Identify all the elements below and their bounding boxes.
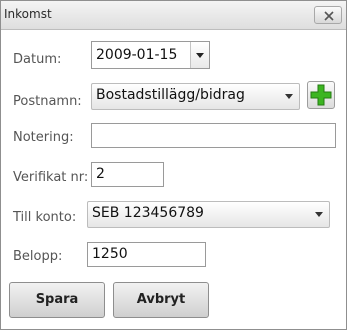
close-button[interactable] [314, 6, 342, 24]
tillkonto-label: Till konto: [13, 210, 77, 225]
window-title: Inkomst [4, 7, 52, 21]
datum-picker[interactable]: 2009-01-15 [91, 41, 210, 69]
close-icon [324, 11, 334, 21]
save-button[interactable]: Spara [9, 282, 105, 318]
postnamn-label: Postnamn: [13, 94, 82, 109]
notering-label: Notering: [13, 130, 74, 145]
add-postnamn-button[interactable] [307, 81, 335, 109]
inkomst-dialog: Inkomst Datum: 2009-01-15 Postnamn: Bost… [0, 0, 347, 330]
tillkonto-select[interactable]: SEB 123456789 [87, 201, 330, 228]
notering-field[interactable] [91, 123, 336, 148]
chevron-down-icon [315, 212, 323, 217]
verifikat-field[interactable]: 2 [91, 162, 164, 187]
datum-label: Datum: [13, 52, 62, 67]
datum-value: 2009-01-15 [96, 47, 178, 63]
cancel-button[interactable]: Avbryt [113, 282, 209, 318]
chevron-down-icon [285, 94, 293, 99]
postnamn-value: Bostadstillägg/bidrag [96, 87, 245, 103]
title-bar: Inkomst [1, 1, 346, 30]
postnamn-select[interactable]: Bostadstillägg/bidrag [91, 83, 300, 110]
belopp-label: Belopp: [13, 249, 63, 264]
verifikat-label: Verifikat nr: [13, 170, 89, 185]
chevron-down-icon [196, 53, 204, 58]
tillkonto-value: SEB 123456789 [92, 205, 204, 221]
belopp-field[interactable]: 1250 [87, 242, 206, 267]
datum-dropdown-button[interactable] [190, 42, 209, 68]
plus-icon [310, 84, 332, 106]
